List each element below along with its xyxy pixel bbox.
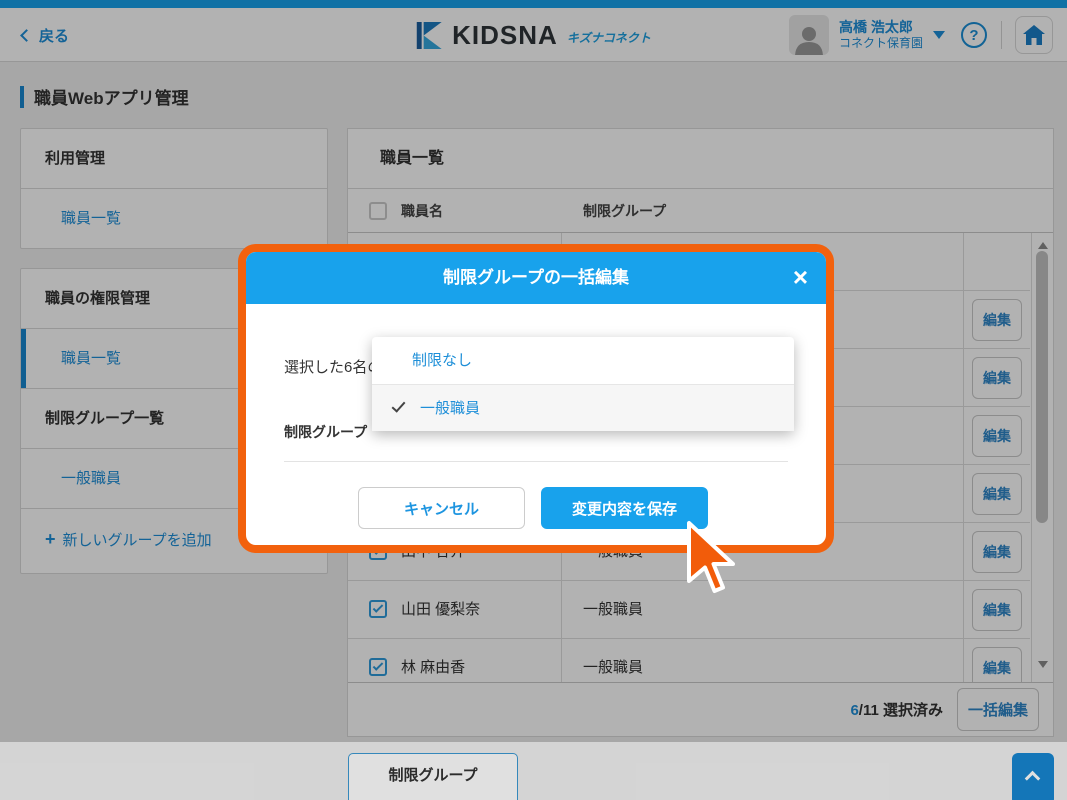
cancel-button[interactable]: キャンセル xyxy=(358,487,525,529)
modal-header: 制限グループの一括編集 × xyxy=(246,252,826,304)
modal-description: 選択した6名の xyxy=(284,356,382,377)
dropdown-option-no-restriction[interactable]: 制限なし xyxy=(372,337,794,384)
save-button[interactable]: 変更内容を保存 xyxy=(541,487,708,529)
modal-divider xyxy=(284,461,788,462)
dropdown-option-general-staff[interactable]: 一般職員 xyxy=(372,384,794,431)
group-dropdown-menu: 制限なし 一般職員 xyxy=(372,337,794,431)
option-label: 制限なし xyxy=(412,337,472,384)
option-label: 一般職員 xyxy=(420,385,480,432)
check-icon xyxy=(392,398,406,412)
close-icon[interactable]: × xyxy=(793,252,808,302)
modal-title: 制限グループの一括編集 xyxy=(246,252,826,304)
modal-body: 選択した6名の 制限グループ 制限なし 一般職員 キャンセル 変更内容を保存 xyxy=(246,304,826,545)
field-label: 制限グループ xyxy=(284,422,367,442)
bulk-edit-modal: 制限グループの一括編集 × 選択した6名の 制限グループ 制限なし 一般職員 キ… xyxy=(238,244,834,553)
app-window: 戻る KIDSNA キズナコネクト 高橋 浩太郎 コネクト保育園 xyxy=(0,0,1067,800)
bottom-dim-overlay xyxy=(0,742,1067,800)
